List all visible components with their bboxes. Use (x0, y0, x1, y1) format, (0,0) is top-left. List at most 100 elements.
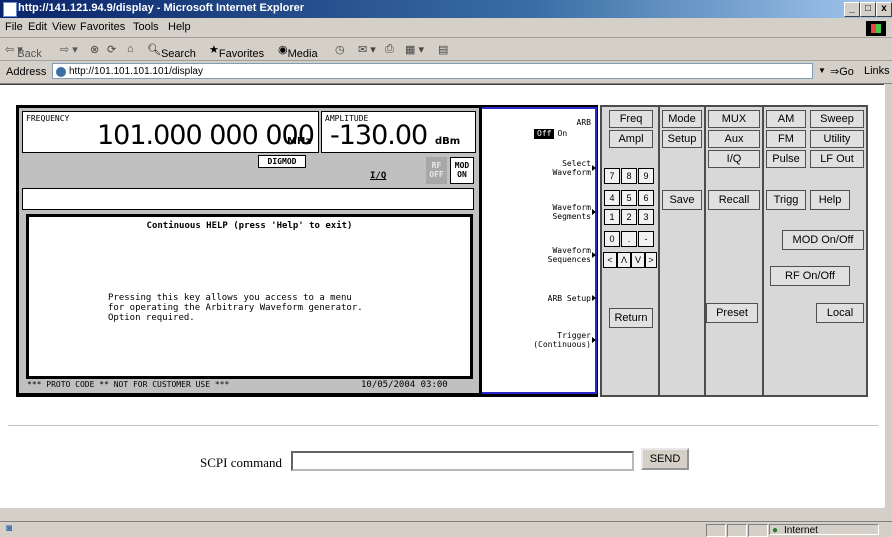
key-3[interactable]: 3 (638, 209, 654, 225)
home-icon[interactable]: ⌂ (127, 43, 134, 55)
setup-button[interactable]: Setup (662, 130, 702, 148)
trigg-button[interactable]: Trigg (766, 190, 806, 210)
search-button[interactable]: 🔍︎ Search (147, 43, 196, 60)
menu-edit[interactable]: Edit (28, 21, 47, 33)
mux-button[interactable]: MUX (708, 110, 760, 128)
back-button[interactable]: ⇦ Back ▾ (5, 43, 42, 60)
sweep-button[interactable]: Sweep (810, 110, 864, 128)
window-title: http://141.121.94.9/display - Microsoft … (18, 2, 305, 14)
menu-bar: File Edit View Favorites Tools Help (0, 18, 892, 38)
divider (8, 425, 878, 426)
key-minus[interactable]: - (638, 231, 654, 247)
utility-button[interactable]: Utility (810, 130, 864, 148)
softkey-trigger[interactable]: Trigger (Continuous) (533, 331, 591, 349)
key-6[interactable]: 6 (638, 190, 654, 206)
front-panel: Freq Ampl Mode Setup MUX Aux I/Q AM FM P… (600, 105, 868, 397)
instrument-main-panel: FREQUENCY 101.000 000 000 MHz AMPLITUDE … (18, 107, 480, 394)
mail-icon[interactable]: ✉ ▾ (358, 43, 376, 56)
go-button[interactable]: ⇒Go (830, 65, 854, 78)
globe-icon: ● (772, 525, 779, 536)
minimize-button[interactable]: _ (844, 2, 860, 17)
media-button[interactable]: ◉ Media (278, 43, 318, 60)
message-line (22, 188, 474, 210)
key-left-arrow[interactable]: < (603, 252, 617, 268)
windows-logo-icon (866, 21, 886, 36)
return-button[interactable]: Return (609, 308, 653, 328)
lf-out-button[interactable]: LF Out (810, 150, 864, 168)
key-down-arrow[interactable]: V (631, 252, 645, 268)
frequency-label: FREQUENCY (26, 114, 70, 123)
key-7[interactable]: 7 (604, 168, 620, 184)
refresh-icon[interactable]: ⟳ (107, 43, 116, 56)
pulse-button[interactable]: Pulse (766, 150, 806, 168)
status-cell-3 (748, 524, 768, 537)
key-9[interactable]: 9 (638, 168, 654, 184)
menu-help[interactable]: Help (168, 21, 191, 33)
save-button[interactable]: Save (662, 190, 702, 210)
edit-icon[interactable]: ▦ ▾ (405, 43, 424, 56)
freq-button[interactable]: Freq (609, 110, 653, 128)
arb-on-indicator: On (557, 129, 568, 138)
address-dropdown-icon[interactable]: ▼ (815, 64, 829, 78)
amplitude-value: -130.00 (330, 120, 428, 151)
print-icon[interactable]: ⎙ (385, 43, 394, 56)
history-icon[interactable]: ◷ (335, 43, 345, 56)
iq-annunciator: I/Q (370, 171, 387, 181)
address-input[interactable]: http://101.101.101.101/display (52, 63, 813, 79)
key-8[interactable]: 8 (621, 168, 637, 184)
scpi-label: SCPI command (200, 455, 282, 470)
iq-button[interactable]: I/Q (708, 150, 760, 168)
menu-tools[interactable]: Tools (133, 21, 159, 33)
menu-view[interactable]: View (52, 21, 76, 33)
panel-col-2 (660, 107, 704, 395)
recall-button[interactable]: Recall (708, 190, 760, 210)
ampl-button[interactable]: Ampl (609, 130, 653, 148)
key-decimal[interactable]: . (621, 231, 637, 247)
key-right-arrow[interactable]: > (645, 252, 657, 268)
send-button[interactable]: SEND (641, 448, 689, 470)
softkey-waveform-segments[interactable]: Waveform Segments (552, 203, 591, 221)
mode-button[interactable]: Mode (662, 110, 702, 128)
favorites-label: Favorites (218, 48, 265, 60)
key-4[interactable]: 4 (604, 190, 620, 206)
help-button[interactable]: Help (810, 190, 850, 210)
close-button[interactable]: x (876, 2, 892, 17)
discuss-icon[interactable]: ▤ (438, 43, 448, 56)
scpi-input[interactable] (291, 451, 634, 471)
softkey-waveform-sequences[interactable]: Waveform Sequences (548, 246, 591, 264)
local-button[interactable]: Local (816, 303, 864, 323)
frequency-box: FREQUENCY 101.000 000 000 MHz (22, 111, 319, 153)
page-status-icon: ◙ (6, 523, 13, 534)
stop-icon[interactable]: ⊗ (90, 43, 99, 56)
forward-button[interactable]: ⇨ ▾ (60, 43, 78, 56)
fm-button[interactable]: FM (766, 130, 806, 148)
key-up-arrow[interactable]: Λ (617, 252, 631, 268)
toolbar: ⇦ Back ▾ ⇨ ▾ ⊗ ⟳ ⌂ 🔍︎ Search ★ Favorites ◉… (0, 38, 892, 61)
am-button[interactable]: AM (766, 110, 806, 128)
aux-button[interactable]: Aux (708, 130, 760, 148)
softkey-arb-onoff[interactable]: Off On (534, 127, 567, 139)
proto-status: *** PROTO CODE ** NOT FOR CUSTOMER USE *… (27, 380, 230, 389)
softkey-arb-setup[interactable]: ARB Setup (548, 294, 591, 303)
frequency-value: 101.000 000 000 (97, 120, 315, 151)
preset-button[interactable]: Preset (706, 303, 758, 323)
favorites-button[interactable]: ★ Favorites (209, 43, 264, 60)
arb-setup-arrow-icon (592, 295, 596, 301)
key-2[interactable]: 2 (621, 209, 637, 225)
zone-indicator: ● Internet (769, 524, 879, 536)
key-1[interactable]: 1 (604, 209, 620, 225)
softkey-menu: ARB Off On Select Waveform Waveform Segm… (482, 107, 597, 394)
mod-onoff-button[interactable]: MOD On/Off (782, 230, 864, 250)
softkey-select-waveform[interactable]: Select Waveform (552, 159, 591, 177)
address-bar: Address http://101.101.101.101/display ▼… (0, 61, 892, 84)
waveform-segments-arrow-icon (592, 209, 596, 215)
maximize-button[interactable]: □ (860, 2, 876, 17)
links-button[interactable]: Links (864, 65, 890, 77)
vertical-scrollbar[interactable] (884, 84, 892, 507)
amplitude-box: AMPLITUDE -130.00 dBm (321, 111, 476, 153)
menu-file[interactable]: File (5, 21, 23, 33)
key-5[interactable]: 5 (621, 190, 637, 206)
rf-onoff-button[interactable]: RF On/Off (770, 266, 850, 286)
key-0[interactable]: 0 (604, 231, 620, 247)
menu-favorites[interactable]: Favorites (80, 21, 125, 33)
